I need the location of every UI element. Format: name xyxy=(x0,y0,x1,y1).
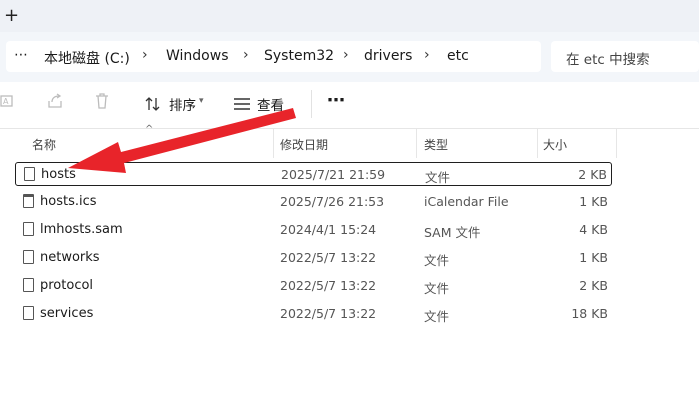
annotation-arrow-icon xyxy=(68,108,296,173)
